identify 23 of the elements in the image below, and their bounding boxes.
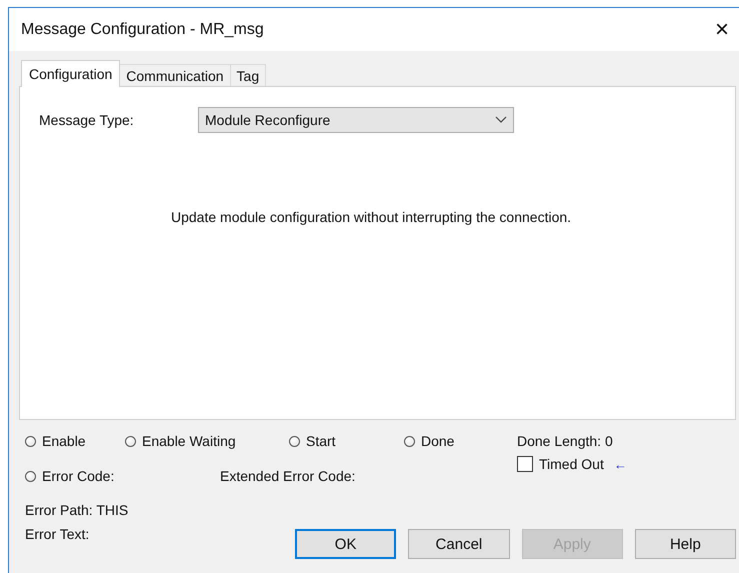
status-label: Error Code: xyxy=(42,468,114,484)
chevron-down-icon xyxy=(495,116,507,124)
checkbox-label: Timed Out xyxy=(539,456,604,472)
status-label: Enable xyxy=(42,433,86,449)
description-text: Update module configuration without interrupting the connection. xyxy=(171,209,572,225)
field-label: Message Type: xyxy=(39,112,135,128)
window-title: Message Configuration - MR_msg xyxy=(21,20,264,38)
status-label: Enable Waiting xyxy=(142,433,236,449)
field-label: Extended Error Code: xyxy=(220,468,356,484)
dialog-button[interactable]: Help xyxy=(634,529,736,559)
dialog-button[interactable]: OK xyxy=(295,529,396,559)
message-type-dropdown[interactable]: Module Reconfigure xyxy=(198,107,514,133)
close-button[interactable]: × xyxy=(710,18,733,42)
done-length-label: Done Length: 0 xyxy=(517,433,613,449)
status-label: Start xyxy=(306,433,336,449)
tab[interactable]: Configuration xyxy=(21,60,120,87)
dialog-button[interactable]: Cancel xyxy=(408,529,510,559)
field-label: Error Text: xyxy=(25,526,90,542)
status-label: Done xyxy=(421,433,454,449)
tab[interactable]: Tag xyxy=(230,64,266,87)
arrow-icon: ← xyxy=(614,456,627,472)
error-path-text: Error Path: THIS xyxy=(25,502,128,518)
timed-out-checkbox[interactable] xyxy=(517,456,533,472)
